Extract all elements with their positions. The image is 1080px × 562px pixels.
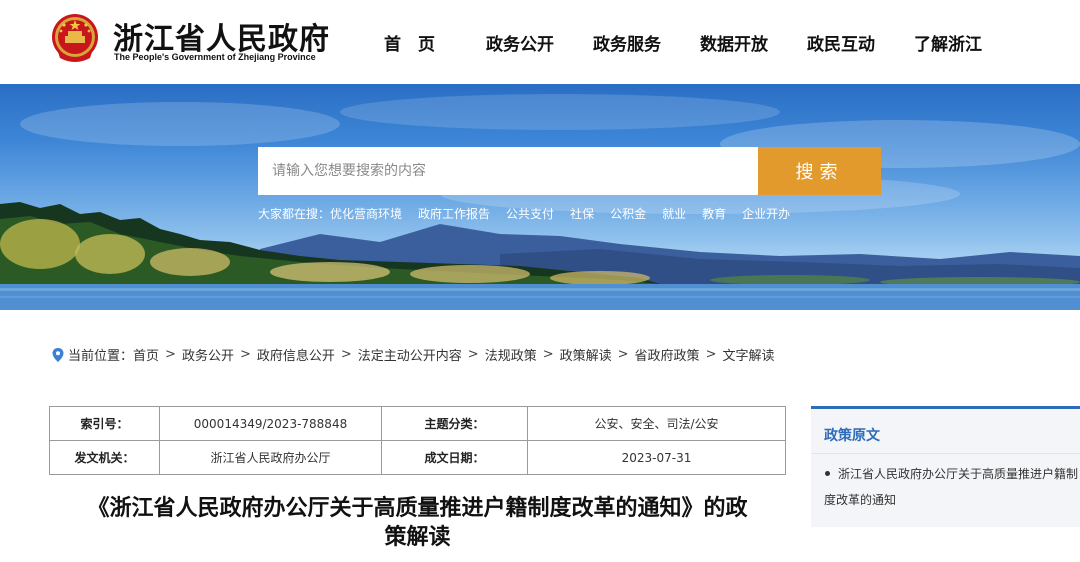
date-value: 2023-07-31 — [527, 440, 786, 475]
article-title: 《浙江省人民政府办公厅关于高质量推进户籍制度改革的通知》的政 策解读 — [49, 494, 786, 552]
policy-original-link-text: 浙江省人民政府办公厅关于高质量推进户籍制度改革的通知 — [824, 467, 1079, 507]
category-label: 主题分类： — [381, 406, 528, 441]
nav-about-zhejiang[interactable]: 了解浙江 — [914, 30, 982, 55]
breadcrumb-separator: > — [340, 347, 352, 362]
breadcrumb-item[interactable]: 政务公开 — [182, 345, 234, 364]
breadcrumb-item[interactable]: 政策解读 — [560, 345, 612, 364]
bullet-icon — [825, 471, 830, 476]
hot-search-item[interactable]: 政府工作报告 — [418, 205, 490, 222]
breadcrumb-item[interactable]: 文字解读 — [722, 345, 774, 364]
table-row: 发文机关： 浙江省人民政府办公厅 成文日期： 2023-07-31 — [49, 440, 786, 475]
issuer-label: 发文机关： — [49, 440, 160, 475]
hot-searches-label: 大家都在搜： — [258, 207, 331, 221]
breadcrumb-separator: > — [165, 347, 176, 362]
hot-searches: 大家都在搜： 优化营商环境 政府工作报告 公共支付 社保 公积金 就业 教育 企… — [258, 205, 790, 222]
index-label: 索引号： — [49, 406, 160, 441]
breadcrumb-separator: > — [239, 347, 251, 362]
divider — [811, 453, 1080, 454]
site-subtitle: The People's Government of Zhejiang Prov… — [114, 52, 316, 62]
breadcrumb-item[interactable]: 法规政策 — [485, 345, 537, 364]
breadcrumb-item[interactable]: 首页 — [133, 345, 159, 364]
breadcrumb: 当前位置： 首页 > 政务公开 > 政府信息公开 > 法定主动公开内容 > 法规… — [52, 345, 774, 364]
article-title-line: 策解读 — [384, 525, 451, 550]
nav-government-services[interactable]: 政务服务 — [593, 30, 700, 55]
breadcrumb-separator: > — [617, 347, 629, 362]
search-button[interactable]: 搜索 — [758, 147, 881, 195]
banner: 搜索 大家都在搜： 优化营商环境 政府工作报告 公共支付 社保 公积金 就业 教… — [0, 84, 1080, 310]
hot-search-item[interactable]: 优化营商环境 — [330, 205, 402, 222]
article-title-line: 《浙江省人民政府办公厅关于高质量推进户籍制度改革的通知》的政 — [87, 496, 748, 521]
hot-search-item[interactable]: 企业开办 — [742, 205, 790, 222]
panel-title: 政策原文 — [824, 428, 880, 444]
location-pin-icon — [52, 347, 64, 362]
hot-search-item[interactable]: 教育 — [702, 205, 726, 222]
site-header: 浙江省人民政府 The People's Government of Zheji… — [0, 0, 1080, 84]
hot-search-item[interactable]: 公积金 — [610, 205, 646, 222]
nav-home[interactable]: 首 页 — [384, 30, 486, 55]
breadcrumb-item[interactable]: 政府信息公开 — [257, 345, 335, 364]
document-meta-table: 索引号： 000014349/2023-788848 主题分类： 公安、安全、司… — [49, 406, 786, 475]
nav-interaction[interactable]: 政民互动 — [807, 30, 914, 55]
hot-search-item[interactable]: 公共支付 — [506, 205, 554, 222]
west-lake-scenery — [0, 94, 1080, 310]
breadcrumb-separator: > — [705, 347, 717, 362]
breadcrumb-label: 当前位置： — [68, 349, 134, 364]
breadcrumb-item[interactable]: 法定主动公开内容 — [358, 345, 462, 364]
policy-original-link[interactable]: 浙江省人民政府办公厅关于高质量推进户籍制度改革的通知 — [824, 461, 1080, 513]
hot-search-item[interactable]: 社保 — [570, 205, 594, 222]
main-nav: 首 页 政务公开 政务服务 数据开放 政民互动 了解浙江 — [384, 30, 982, 55]
issuer-value: 浙江省人民政府办公厅 — [159, 440, 382, 475]
breadcrumb-separator: > — [542, 347, 554, 362]
table-row: 索引号： 000014349/2023-788848 主题分类： 公安、安全、司… — [49, 406, 786, 441]
search-input[interactable] — [258, 147, 758, 195]
nav-open-government[interactable]: 政务公开 — [486, 30, 593, 55]
national-emblem-icon[interactable] — [50, 12, 100, 64]
policy-original-panel: 政策原文 浙江省人民政府办公厅关于高质量推进户籍制度改革的通知 — [811, 406, 1080, 527]
hot-search-item[interactable]: 就业 — [662, 205, 686, 222]
breadcrumb-separator: > — [467, 347, 479, 362]
index-value: 000014349/2023-788848 — [159, 406, 382, 441]
category-value: 公安、安全、司法/公安 — [527, 406, 786, 441]
breadcrumb-item[interactable]: 省政府政策 — [635, 345, 700, 364]
date-label: 成文日期： — [381, 440, 528, 475]
nav-open-data[interactable]: 数据开放 — [700, 30, 807, 55]
